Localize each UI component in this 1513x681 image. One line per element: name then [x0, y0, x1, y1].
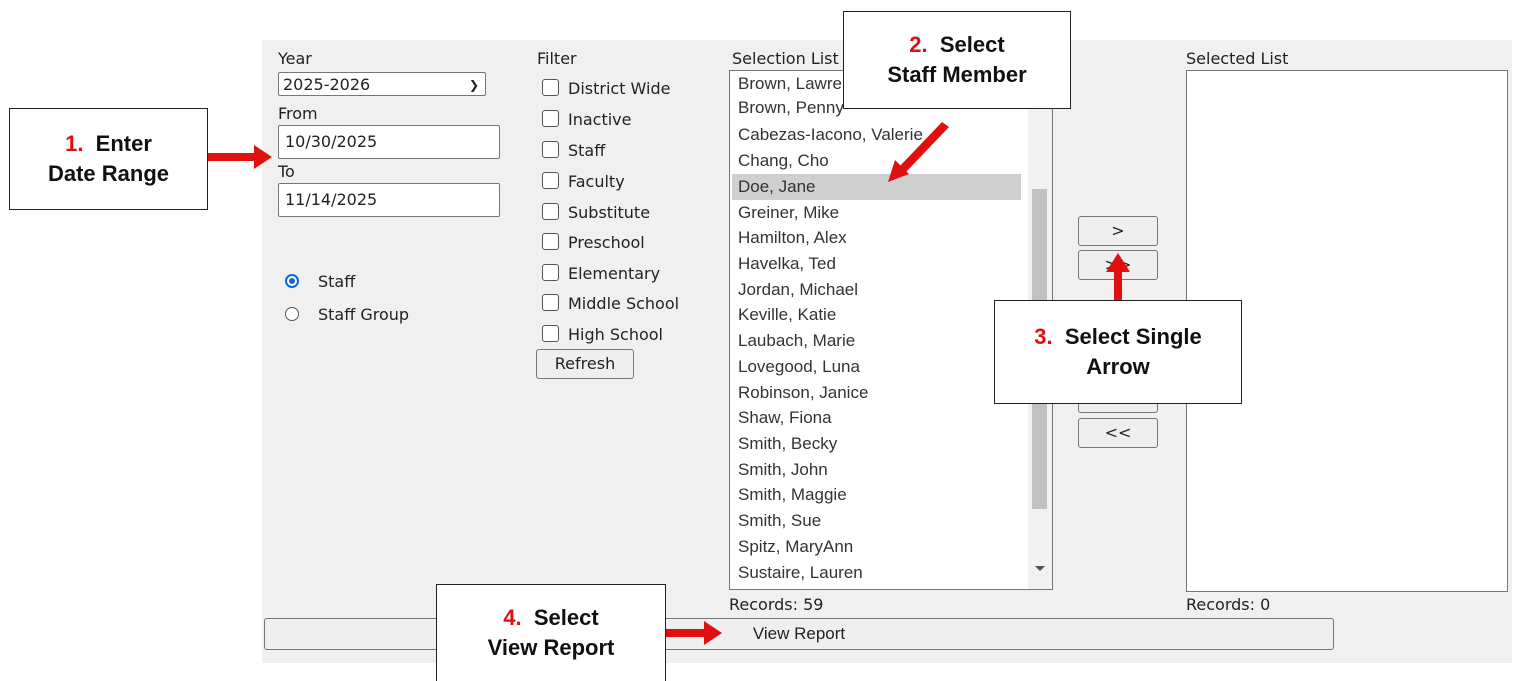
callout-3-line1: Select Single [1064, 324, 1202, 349]
callout-2-line2: Staff Member [887, 62, 1027, 87]
callout-4-line1: Select [533, 605, 599, 630]
callout-3-number: 3. [1034, 324, 1053, 349]
callout-1-line1: Enter [95, 131, 152, 156]
arrow-icon [888, 122, 949, 182]
callout-4-line2: View Report [487, 635, 615, 660]
callout-arrows [206, 122, 1130, 645]
callout-4: 4. Select View Report [436, 584, 666, 681]
arrow-icon [666, 621, 722, 645]
callout-1-number: 1. [65, 131, 84, 156]
callout-2-line1: Select [939, 32, 1005, 57]
callout-3-line2: Arrow [1086, 354, 1150, 379]
callout-2-number: 2. [909, 32, 928, 57]
arrow-icon [206, 145, 272, 169]
callout-3: 3. Select Single Arrow [994, 300, 1242, 404]
callout-1-line2: Date Range [47, 161, 170, 186]
arrow-icon [1106, 253, 1130, 300]
callout-2: 2. Select Staff Member [843, 11, 1071, 109]
callout-4-number: 4. [503, 605, 522, 630]
callout-1: 1. Enter Date Range [9, 108, 208, 210]
